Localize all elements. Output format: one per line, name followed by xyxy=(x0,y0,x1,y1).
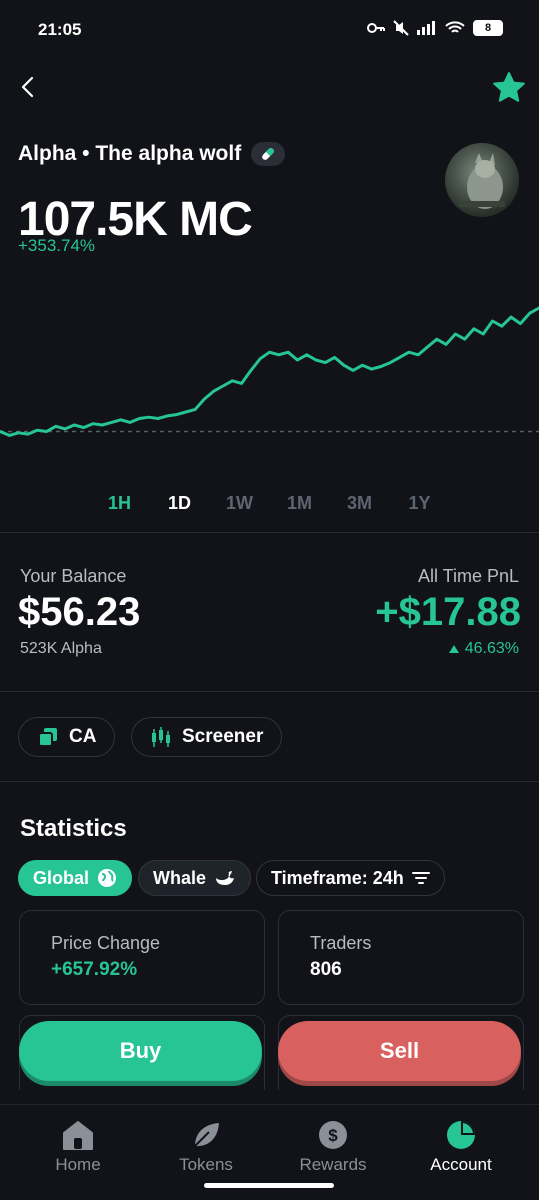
balance-token-amount: 523K Alpha xyxy=(20,640,102,657)
copy-icon xyxy=(38,728,57,747)
signal-icon xyxy=(417,21,435,35)
timeframe-1d[interactable]: 1D xyxy=(150,493,210,514)
buy-button[interactable]: Buy xyxy=(19,1021,262,1081)
pill-badge[interactable] xyxy=(251,142,286,166)
filter-timeframe[interactable]: Timeframe: 24h xyxy=(256,860,445,896)
filter-timeframe-label: Timeframe: 24h xyxy=(271,867,404,888)
filter-global-label: Global xyxy=(33,867,90,888)
balance-label: Your Balance xyxy=(20,566,127,586)
tab-tokens-label: Tokens xyxy=(179,1155,233,1174)
sell-button[interactable]: Sell xyxy=(278,1021,521,1081)
status-time: 21:05 xyxy=(38,20,82,39)
wifi-icon xyxy=(445,21,465,33)
tab-rewards[interactable]: $ Rewards xyxy=(278,1119,388,1175)
timeframe-1m[interactable]: 1M xyxy=(270,493,330,514)
pnl-value: +$17.88 xyxy=(375,590,521,634)
mute-icon xyxy=(393,20,409,36)
status-icons: 8 xyxy=(367,20,503,36)
tab-home-label: Home xyxy=(55,1155,101,1174)
pill-icon xyxy=(262,148,275,160)
tab-account[interactable]: Account xyxy=(406,1119,516,1175)
screener-button[interactable]: Screener xyxy=(131,717,283,757)
traders-card: Traders 806 xyxy=(278,910,524,1005)
divider xyxy=(0,691,539,692)
balance-value: $56.23 xyxy=(18,590,141,634)
tab-rewards-label: Rewards xyxy=(299,1155,367,1174)
divider xyxy=(0,781,539,782)
market-cap-change: +353.74% xyxy=(18,236,96,255)
filter-global[interactable]: Global xyxy=(18,860,133,896)
tab-home[interactable]: Home xyxy=(23,1119,133,1175)
key-icon xyxy=(367,23,385,33)
svg-text:$: $ xyxy=(328,1126,338,1145)
filter-whale[interactable]: Whale xyxy=(138,860,252,896)
price-chart[interactable] xyxy=(0,300,539,450)
tab-tokens[interactable]: Tokens xyxy=(151,1119,261,1175)
ca-label: CA xyxy=(69,726,97,747)
tab-account-label: Account xyxy=(430,1155,492,1174)
dollar-coin-icon: $ xyxy=(319,1121,347,1149)
price-change-value: +657.92% xyxy=(51,959,138,980)
price-change-label: Price Change xyxy=(51,933,161,953)
globe-icon xyxy=(98,869,117,887)
screener-label: Screener xyxy=(182,726,264,747)
leaf-icon xyxy=(194,1123,219,1147)
timeframe-3m[interactable]: 3M xyxy=(330,493,390,514)
pnl-label: All Time PnL xyxy=(417,566,519,586)
triangle-up-icon xyxy=(448,645,459,653)
home-icon xyxy=(63,1121,93,1150)
back-arrow-icon[interactable] xyxy=(14,72,44,102)
wolf-image xyxy=(459,153,505,209)
whale-icon xyxy=(216,870,235,885)
token-avatar xyxy=(445,143,519,217)
filter-whale-label: Whale xyxy=(153,867,207,888)
timeframe-1h[interactable]: 1H xyxy=(90,493,150,514)
battery-indicator: 8 xyxy=(473,20,503,36)
pnl-percent: 46.63% xyxy=(448,640,519,658)
timeframe-1w[interactable]: 1W xyxy=(210,493,270,514)
timeframe-1y[interactable]: 1Y xyxy=(390,493,450,514)
pie-chart-icon xyxy=(447,1121,475,1149)
divider xyxy=(0,532,539,533)
home-indicator xyxy=(204,1183,334,1188)
token-title: Alpha • The alpha wolf xyxy=(18,142,286,166)
timeframe-selector: 1H 1D 1W 1M 3M 1Y xyxy=(0,493,539,514)
filter-lines-icon xyxy=(411,872,430,884)
traders-label: Traders xyxy=(310,933,372,953)
pnl-percent-value: 46.63% xyxy=(464,640,519,657)
ca-button[interactable]: CA xyxy=(18,717,116,757)
traders-value: 806 xyxy=(310,959,342,980)
price-change-card: Price Change +657.92% xyxy=(19,910,265,1005)
statistics-title: Statistics xyxy=(20,815,127,842)
token-name: Alpha • The alpha wolf xyxy=(18,142,242,165)
price-line xyxy=(0,306,539,437)
favorite-star-icon[interactable] xyxy=(491,70,527,106)
candlestick-icon xyxy=(152,727,170,747)
